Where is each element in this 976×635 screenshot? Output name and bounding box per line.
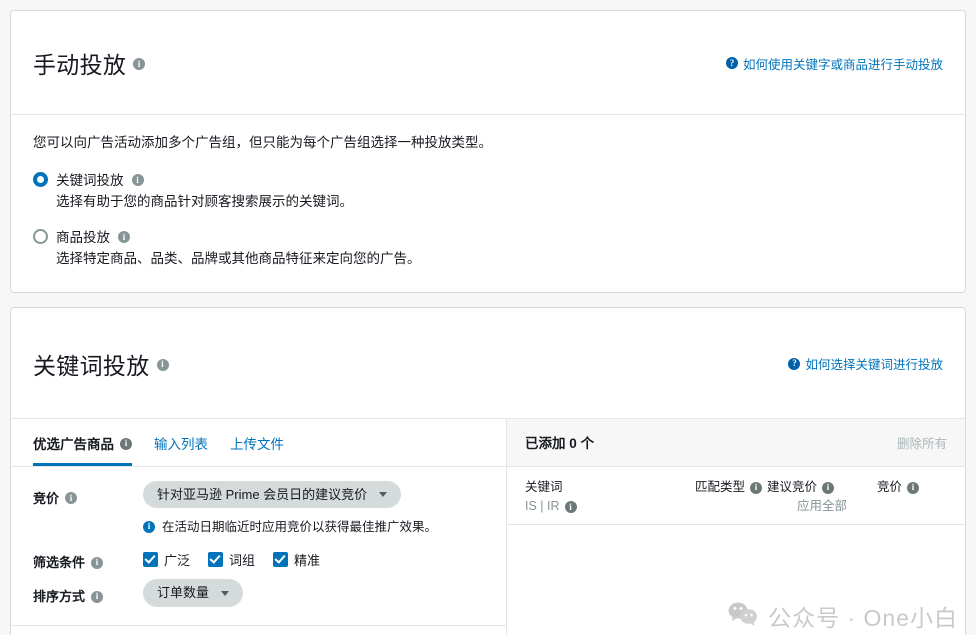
bid-label-text: 竞价 [33, 488, 59, 507]
sort-label: 排序方式 i [33, 579, 143, 605]
radio-product-label: 商品投放 [56, 226, 110, 246]
manual-targeting-body: 您可以向广告活动添加多个广告组，但只能为每个广告组选择一种投放类型。 关键词投放… [11, 115, 965, 292]
radio-keyword-description: 选择有助于您的商品针对顾客搜索展示的关键词。 [56, 192, 943, 212]
tab-enter-list[interactable]: 输入列表 [154, 433, 208, 466]
page-root: 手动投放 i ? 如何使用关键字或商品进行手动投放 您可以向广告活动添加多个广告… [0, 0, 976, 635]
info-icon[interactable]: i [157, 359, 169, 371]
tab-upload-file[interactable]: 上传文件 [230, 433, 284, 466]
info-icon: i [143, 521, 155, 533]
filter-control-row: 筛选条件 i 广泛 词组 [33, 545, 506, 571]
info-icon[interactable]: i [133, 58, 145, 70]
added-col-suggested-bid-label: 建议竞价 [767, 479, 817, 495]
checkbox-exact-box[interactable] [273, 552, 288, 567]
added-col-keyword-sub-text: IS | IR [525, 498, 560, 514]
filter-label-text: 筛选条件 [33, 552, 85, 571]
bid-hint-text: 在活动日期临近时应用竞价以获得最佳推广效果。 [162, 516, 437, 535]
keyword-targeting-help-text: 如何选择关键词进行投放 [805, 354, 943, 373]
added-table-header: 关键词 IS | IR i 匹配类型 i [507, 467, 965, 526]
suggestion-controls: 竞价 i 针对亚马逊 Prime 会员日的建议竞价 i 在活动日期临近时应用竞价… [11, 467, 506, 625]
added-count-title: 已添加 0 个 [525, 432, 594, 452]
tab-upload-file-label: 上传文件 [230, 433, 284, 453]
added-keywords-list [507, 525, 965, 635]
info-icon[interactable]: i [132, 174, 144, 186]
radio-product-targeting[interactable] [33, 229, 48, 244]
radio-option-product-line: 商品投放 i [33, 226, 943, 246]
added-col-match-type: 匹配类型 i [695, 479, 767, 495]
added-col-apply-all[interactable]: 应用全部 [767, 498, 877, 514]
remove-all-link[interactable]: 删除所有 [897, 433, 947, 452]
info-icon[interactable]: i [91, 557, 103, 569]
added-keywords-pane: 已添加 0 个 删除所有 关键词 IS | IR i 匹配类型 [507, 419, 965, 635]
page-title: 手动投放 i [33, 46, 145, 80]
checkbox-phrase-box[interactable] [208, 552, 223, 567]
info-icon[interactable]: i [907, 482, 919, 494]
added-col-keyword-sub: IS | IR i [525, 498, 695, 514]
added-col-bid-label: 竞价 [877, 479, 902, 495]
question-mark-icon: ? [788, 358, 800, 370]
bid-control-row: 竞价 i 针对亚马逊 Prime 会员日的建议竞价 [33, 481, 506, 509]
manual-targeting-title-text: 手动投放 [33, 46, 126, 80]
added-col-keyword: 关键词 IS | IR i [525, 479, 695, 515]
checkbox-broad-label: 广泛 [164, 550, 190, 569]
info-icon[interactable]: i [91, 591, 103, 603]
info-icon[interactable]: i [822, 482, 834, 494]
tab-optimized-products-label: 优选广告商品 [33, 433, 114, 453]
checkbox-exact[interactable]: 精准 [273, 550, 320, 569]
checkbox-broad[interactable]: 广泛 [143, 550, 190, 569]
suggestions-pane: 优选广告商品 i 输入列表 上传文件 竞价 i [11, 419, 507, 635]
suggestions-table-header: 关键词 IS | IR i 匹配类型 i [11, 625, 506, 635]
added-col-match-type-label: 匹配类型 [695, 479, 745, 495]
radio-option-keyword-targeting[interactable]: 关键词投放 i 选择有助于您的商品针对顾客搜索展示的关键词。 [33, 169, 943, 212]
keyword-targeting-card: 关键词投放 i ? 如何选择关键词进行投放 优选广告商品 i 输入列表 [10, 307, 966, 635]
sort-label-text: 排序方式 [33, 586, 85, 605]
radio-option-keyword-line: 关键词投放 i [33, 169, 943, 189]
checkbox-phrase[interactable]: 词组 [208, 550, 255, 569]
keyword-source-tabs: 优选广告商品 i 输入列表 上传文件 [11, 419, 506, 467]
manual-targeting-card: 手动投放 i ? 如何使用关键字或商品进行手动投放 您可以向广告活动添加多个广告… [10, 10, 966, 293]
chevron-down-icon [379, 492, 387, 497]
added-keywords-bar: 已添加 0 个 删除所有 [507, 419, 965, 467]
bid-hint-row: i 在活动日期临近时应用竞价以获得最佳推广效果。 [143, 516, 506, 535]
added-col-keyword-label: 关键词 [525, 479, 695, 495]
bid-label: 竞价 i [33, 481, 143, 507]
bid-strategy-value: 针对亚马逊 Prime 会员日的建议竞价 [157, 487, 367, 503]
sort-dropdown[interactable]: 订单数量 [143, 579, 243, 607]
manual-targeting-help-text: 如何使用关键字或商品进行手动投放 [743, 54, 943, 73]
radio-option-product-targeting[interactable]: 商品投放 i 选择特定商品、品类、品牌或其他商品特征来定向您的广告。 [33, 226, 943, 269]
info-icon[interactable]: i [565, 501, 577, 513]
keyword-targeting-title-text: 关键词投放 [33, 347, 150, 381]
chevron-down-icon [221, 591, 229, 596]
added-col-match-type-label-wrap: 匹配类型 i [695, 479, 767, 495]
question-mark-icon: ? [726, 57, 738, 69]
sort-value: 订单数量 [157, 585, 209, 601]
keyword-targeting-header: 关键词投放 i ? 如何选择关键词进行投放 [11, 308, 965, 419]
added-col-bid-label-wrap: 竞价 i [877, 479, 951, 495]
checkbox-exact-label: 精准 [294, 550, 320, 569]
keyword-targeting-split: 优选广告商品 i 输入列表 上传文件 竞价 i [11, 419, 965, 635]
radio-keyword-targeting[interactable] [33, 172, 48, 187]
sort-control-row: 排序方式 i 订单数量 [33, 579, 506, 607]
info-icon[interactable]: i [65, 492, 77, 504]
tab-enter-list-label: 输入列表 [154, 433, 208, 453]
radio-product-description: 选择特定商品、品类、品牌或其他商品特征来定向您的广告。 [56, 249, 943, 269]
added-col-bid: 竞价 i [877, 479, 951, 495]
keyword-targeting-help-link[interactable]: ? 如何选择关键词进行投放 [788, 354, 943, 373]
filter-label: 筛选条件 i [33, 545, 143, 571]
manual-targeting-help-link[interactable]: ? 如何使用关键字或商品进行手动投放 [726, 54, 943, 73]
manual-targeting-intro: 您可以向广告活动添加多个广告组，但只能为每个广告组选择一种投放类型。 [33, 133, 943, 153]
info-icon[interactable]: i [120, 438, 132, 450]
tab-optimized-products[interactable]: 优选广告商品 i [33, 433, 132, 466]
keyword-targeting-title: 关键词投放 i [33, 347, 169, 381]
info-icon[interactable]: i [118, 231, 130, 243]
manual-targeting-header: 手动投放 i ? 如何使用关键字或商品进行手动投放 [11, 11, 965, 115]
radio-keyword-label: 关键词投放 [56, 169, 124, 189]
match-type-filters: 广泛 词组 精准 [143, 545, 320, 569]
checkbox-broad-box[interactable] [143, 552, 158, 567]
added-col-suggested-bid: 建议竞价 i 应用全部 [767, 479, 877, 515]
bid-strategy-dropdown[interactable]: 针对亚马逊 Prime 会员日的建议竞价 [143, 481, 401, 509]
info-icon[interactable]: i [750, 482, 762, 494]
checkbox-phrase-label: 词组 [229, 550, 255, 569]
added-col-suggested-bid-label-wrap: 建议竞价 i [767, 479, 877, 495]
